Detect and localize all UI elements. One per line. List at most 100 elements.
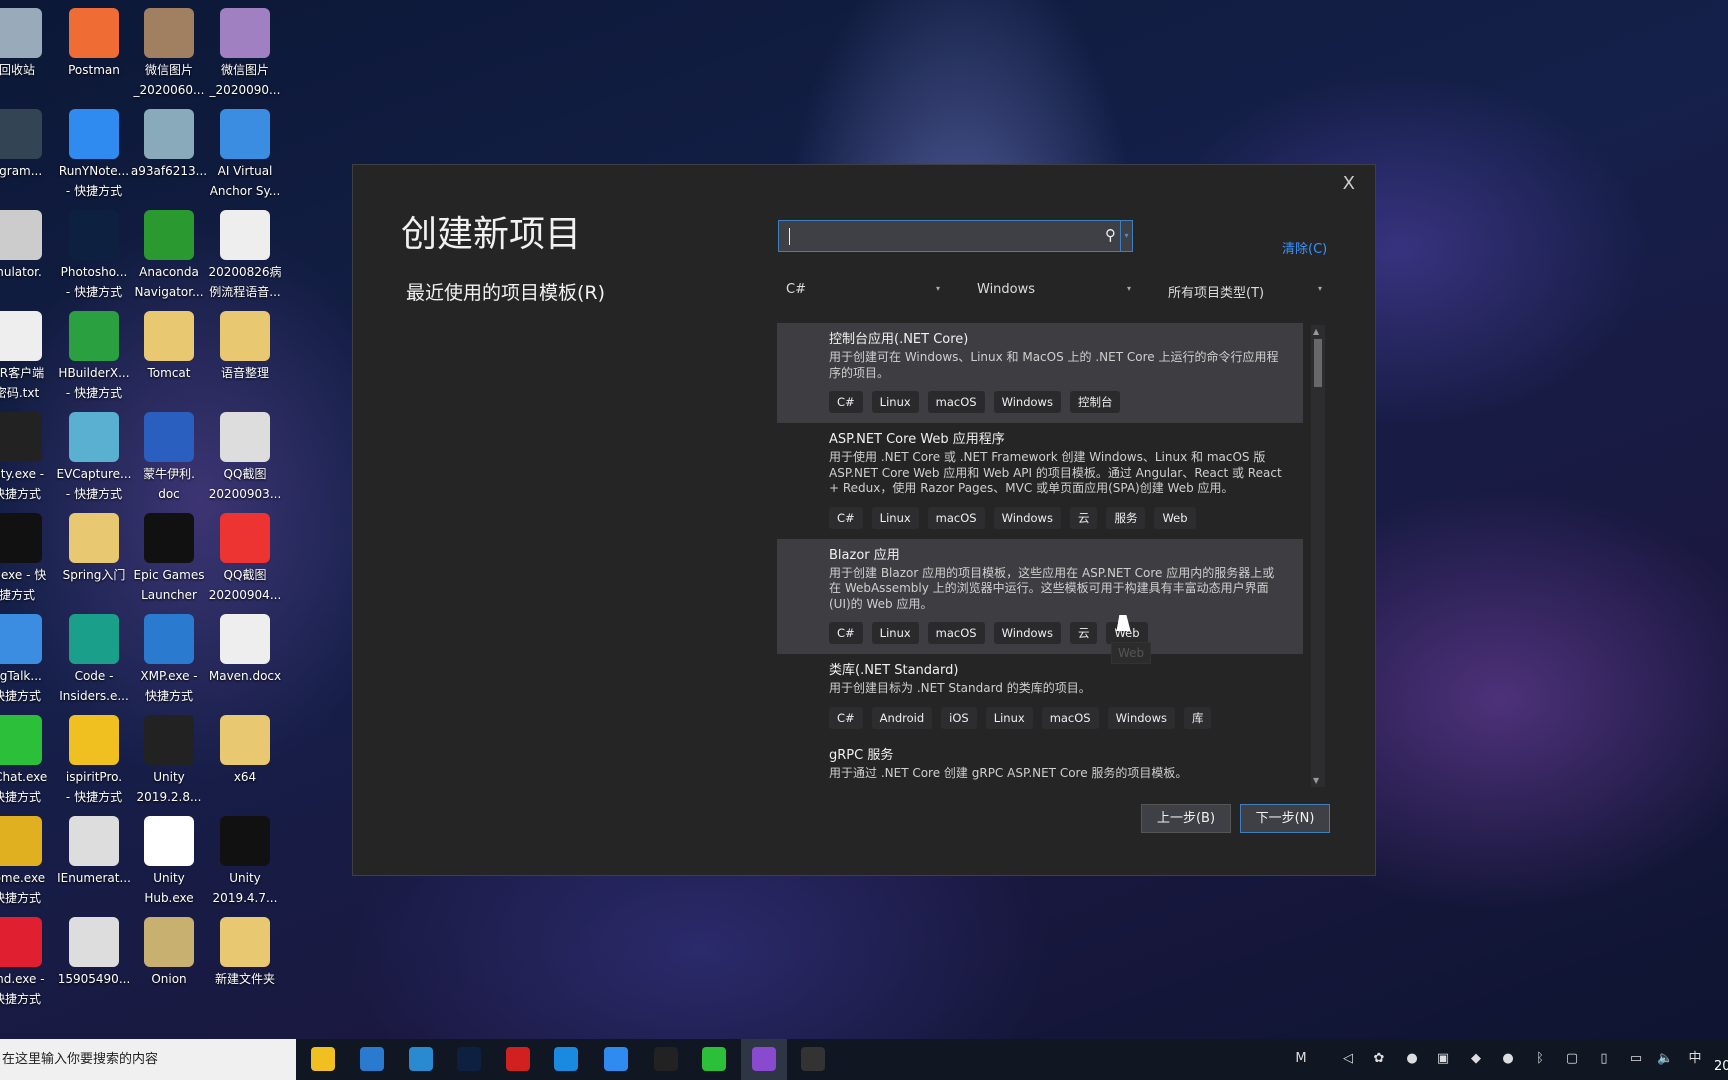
desktop-icon[interactable]: ispiritPro. - 快捷方式 <box>54 715 134 805</box>
template-tag: 控制台 <box>1069 391 1121 413</box>
template-item[interactable]: ASP.NET Core Web 应用程序 用于使用 .NET Core 或 .N… <box>777 423 1303 539</box>
desktop-icon[interactable]: EVCapture... - 快捷方式 <box>54 412 134 502</box>
desktop-icon[interactable]: XMP.exe - 快捷方式 <box>129 614 209 704</box>
template-tags: C# Android iOS Linux macOS Windows 库 <box>829 706 1283 739</box>
desktop-icon[interactable]: RunYNote... - 快捷方式 <box>54 109 134 199</box>
network-icon[interactable]: ▭ <box>1628 1051 1644 1067</box>
desktop-icon-label: rome.exe <box>0 871 46 885</box>
desktop-icon[interactable]: 语音整理 <box>205 311 285 381</box>
desktop-icon[interactable]: eChat.exe 快捷方式 <box>0 715 57 805</box>
scroll-up-icon[interactable]: ▲ <box>1313 327 1319 336</box>
platform-filter[interactable]: Windows ▾ <box>977 282 1137 302</box>
desktop-icon-label: Q.exe - 快 <box>0 568 47 582</box>
desktop-icon[interactable]: 新建文件夹 <box>205 917 285 987</box>
close-icon[interactable]: X <box>1343 173 1355 194</box>
desktop-icon[interactable]: 20200826病 例流程语音... <box>205 210 285 300</box>
search-icon[interactable]: ⚲ <box>1105 226 1116 244</box>
back-button[interactable]: 上一步(B) <box>1141 804 1231 833</box>
bluetooth-icon[interactable]: ᛒ <box>1532 1051 1548 1067</box>
taskbar-sticky-notes-icon[interactable] <box>311 1047 335 1071</box>
taskbar-wechat-icon[interactable] <box>702 1047 726 1071</box>
desktop-icon[interactable]: 微信图片 _2020060... <box>129 8 209 98</box>
desktop-icon[interactable]: 回收站 <box>0 8 57 78</box>
desktop-icon[interactable]: 15905490... <box>54 917 134 987</box>
desktop-icon[interactable]: Epic Games Launcher <box>129 513 209 603</box>
taskbar-youdao-icon[interactable] <box>506 1047 530 1071</box>
usb-icon[interactable]: ▯ <box>1596 1051 1612 1067</box>
desktop-icon[interactable]: Onion <box>129 917 209 987</box>
desktop-icon[interactable]: Spring入门 <box>54 513 134 583</box>
desktop-icon[interactable]: Maven.docx <box>205 614 285 684</box>
desktop-icon[interactable]: Anaconda Navigator... <box>129 210 209 300</box>
template-search-input[interactable]: ⚲ ▾ <box>778 220 1133 252</box>
template-item[interactable]: 类库(.NET Standard) 用于创建目标为 .NET Standard 的… <box>777 654 1303 739</box>
desktop-icon-image <box>69 109 119 159</box>
wechat-tray-icon[interactable]: ● <box>1500 1051 1516 1067</box>
m-icon[interactable]: M <box>1293 1051 1309 1067</box>
desktop-icon[interactable]: Q.exe - 快捷方式 <box>0 513 57 603</box>
desktop-icon[interactable]: a93af6213... <box>129 109 209 179</box>
taskbar-unity-hub-icon[interactable] <box>801 1047 825 1071</box>
remote-icon[interactable]: ▣ <box>1435 1051 1451 1067</box>
desktop-icon[interactable]: rome.exe 快捷方式 <box>0 816 57 906</box>
template-item[interactable]: 控制台应用(.NET Core) 用于创建可在 Windows、Linux 和 M… <box>777 323 1303 423</box>
unity-tray-icon[interactable]: ◁ <box>1340 1051 1356 1067</box>
desktop-icon[interactable]: x64 <box>205 715 285 785</box>
clear-filters-link[interactable]: 清除(C) <box>1282 238 1327 257</box>
desktop-icon-label: lind.exe - <box>0 972 45 986</box>
desktop-icon[interactable]: Tomcat <box>129 311 209 381</box>
desktop-icon[interactable]: mulator. <box>0 210 57 280</box>
taskbar-photoshop-icon[interactable] <box>457 1047 481 1071</box>
template-tag: C# <box>829 391 863 413</box>
desktop-icon[interactable]: AI Virtual Anchor Sy... <box>205 109 285 199</box>
qq-icon[interactable]: ● <box>1404 1051 1420 1067</box>
taskbar-kugou-icon[interactable] <box>360 1047 384 1071</box>
desktop-icon[interactable]: IEnumerat... <box>54 816 134 886</box>
desktop-icon[interactable]: Postman <box>54 8 134 78</box>
clock[interactable]: 20 <box>1714 1059 1728 1074</box>
desktop-icon[interactable]: ngTalk... 快捷方式 <box>0 614 57 704</box>
desktop-icon[interactable]: Unity 2019.4.7... <box>205 816 285 906</box>
ime-indicator[interactable]: 中 <box>1687 1051 1703 1067</box>
desktop-icon[interactable]: 微信图片 _2020090... <box>205 8 285 98</box>
taskbar-qq-browser-icon[interactable] <box>554 1047 578 1071</box>
desktop-icon[interactable]: Unity 2019.2.8... <box>129 715 209 805</box>
desktop-icon[interactable]: Unity Hub.exe <box>129 816 209 906</box>
project-type-filter[interactable]: 所有项目类型(T) ▾ <box>1168 282 1328 302</box>
desktop-icon[interactable]: HBuilderX... - 快捷方式 <box>54 311 134 401</box>
desktop-icon[interactable]: wR客户端密码.txt <box>0 311 57 401</box>
desktop-icon-label: 20200903... <box>208 487 282 501</box>
runynote-tray-icon[interactable]: ◆ <box>1468 1051 1484 1067</box>
desktop-icon[interactable]: QQ截图 20200904... <box>205 513 285 603</box>
desktop-icon-image <box>69 8 119 58</box>
desktop-icon[interactable]: Photosho... - 快捷方式 <box>54 210 134 300</box>
template-list-scrollbar[interactable]: ▲ ▼ <box>1311 325 1325 787</box>
search-dropdown-icon[interactable]: ▾ <box>1120 221 1132 251</box>
next-button[interactable]: 下一步(N) <box>1240 804 1330 833</box>
taskbar-telegram-icon[interactable] <box>409 1047 433 1071</box>
desktop-icon-label: 密码.txt <box>0 386 40 400</box>
desktop-icon[interactable]: QQ截图 20200903... <box>205 412 285 502</box>
desktop-icon[interactable]: ogram... <box>0 109 57 179</box>
flower-icon[interactable]: ✿ <box>1371 1051 1387 1067</box>
desktop-icon[interactable]: nity.exe - 快捷方式 <box>0 412 57 502</box>
taskbar-search-input[interactable]: 在这里输入你要搜索的内容 <box>0 1039 296 1080</box>
volume-icon[interactable]: 🔈 <box>1657 1051 1673 1067</box>
taskbar-visual-studio-icon[interactable] <box>752 1047 776 1071</box>
desktop-icon-image <box>144 715 194 765</box>
scroll-down-icon[interactable]: ▼ <box>1313 776 1319 785</box>
desktop-icon[interactable]: 蒙牛伊利. doc <box>129 412 209 502</box>
chevron-down-icon: ▾ <box>935 284 940 293</box>
taskbar-runynote-icon[interactable] <box>604 1047 628 1071</box>
desktop-icon[interactable]: Code - Insiders.e... <box>54 614 134 704</box>
desktop-icon-image <box>0 210 42 260</box>
language-filter[interactable]: C# ▾ <box>786 282 946 302</box>
scroll-thumb[interactable] <box>1314 339 1322 387</box>
chevron-down-icon: ▾ <box>1317 284 1322 293</box>
template-item[interactable]: gRPC 服务 用于通过 .NET Core 创建 gRPC ASP.NET Co… <box>777 739 1303 787</box>
desktop-icon[interactable]: lind.exe - 快捷方式 <box>0 917 57 1007</box>
taskbar-unity-icon[interactable] <box>654 1047 678 1071</box>
desktop-icon-image <box>69 917 119 967</box>
display-alert-icon[interactable]: ▢ <box>1564 1051 1580 1067</box>
template-item[interactable]: Blazor 应用 用于创建 Blazor 应用的项目模板，这些应用在 ASP.N… <box>777 538 1303 654</box>
